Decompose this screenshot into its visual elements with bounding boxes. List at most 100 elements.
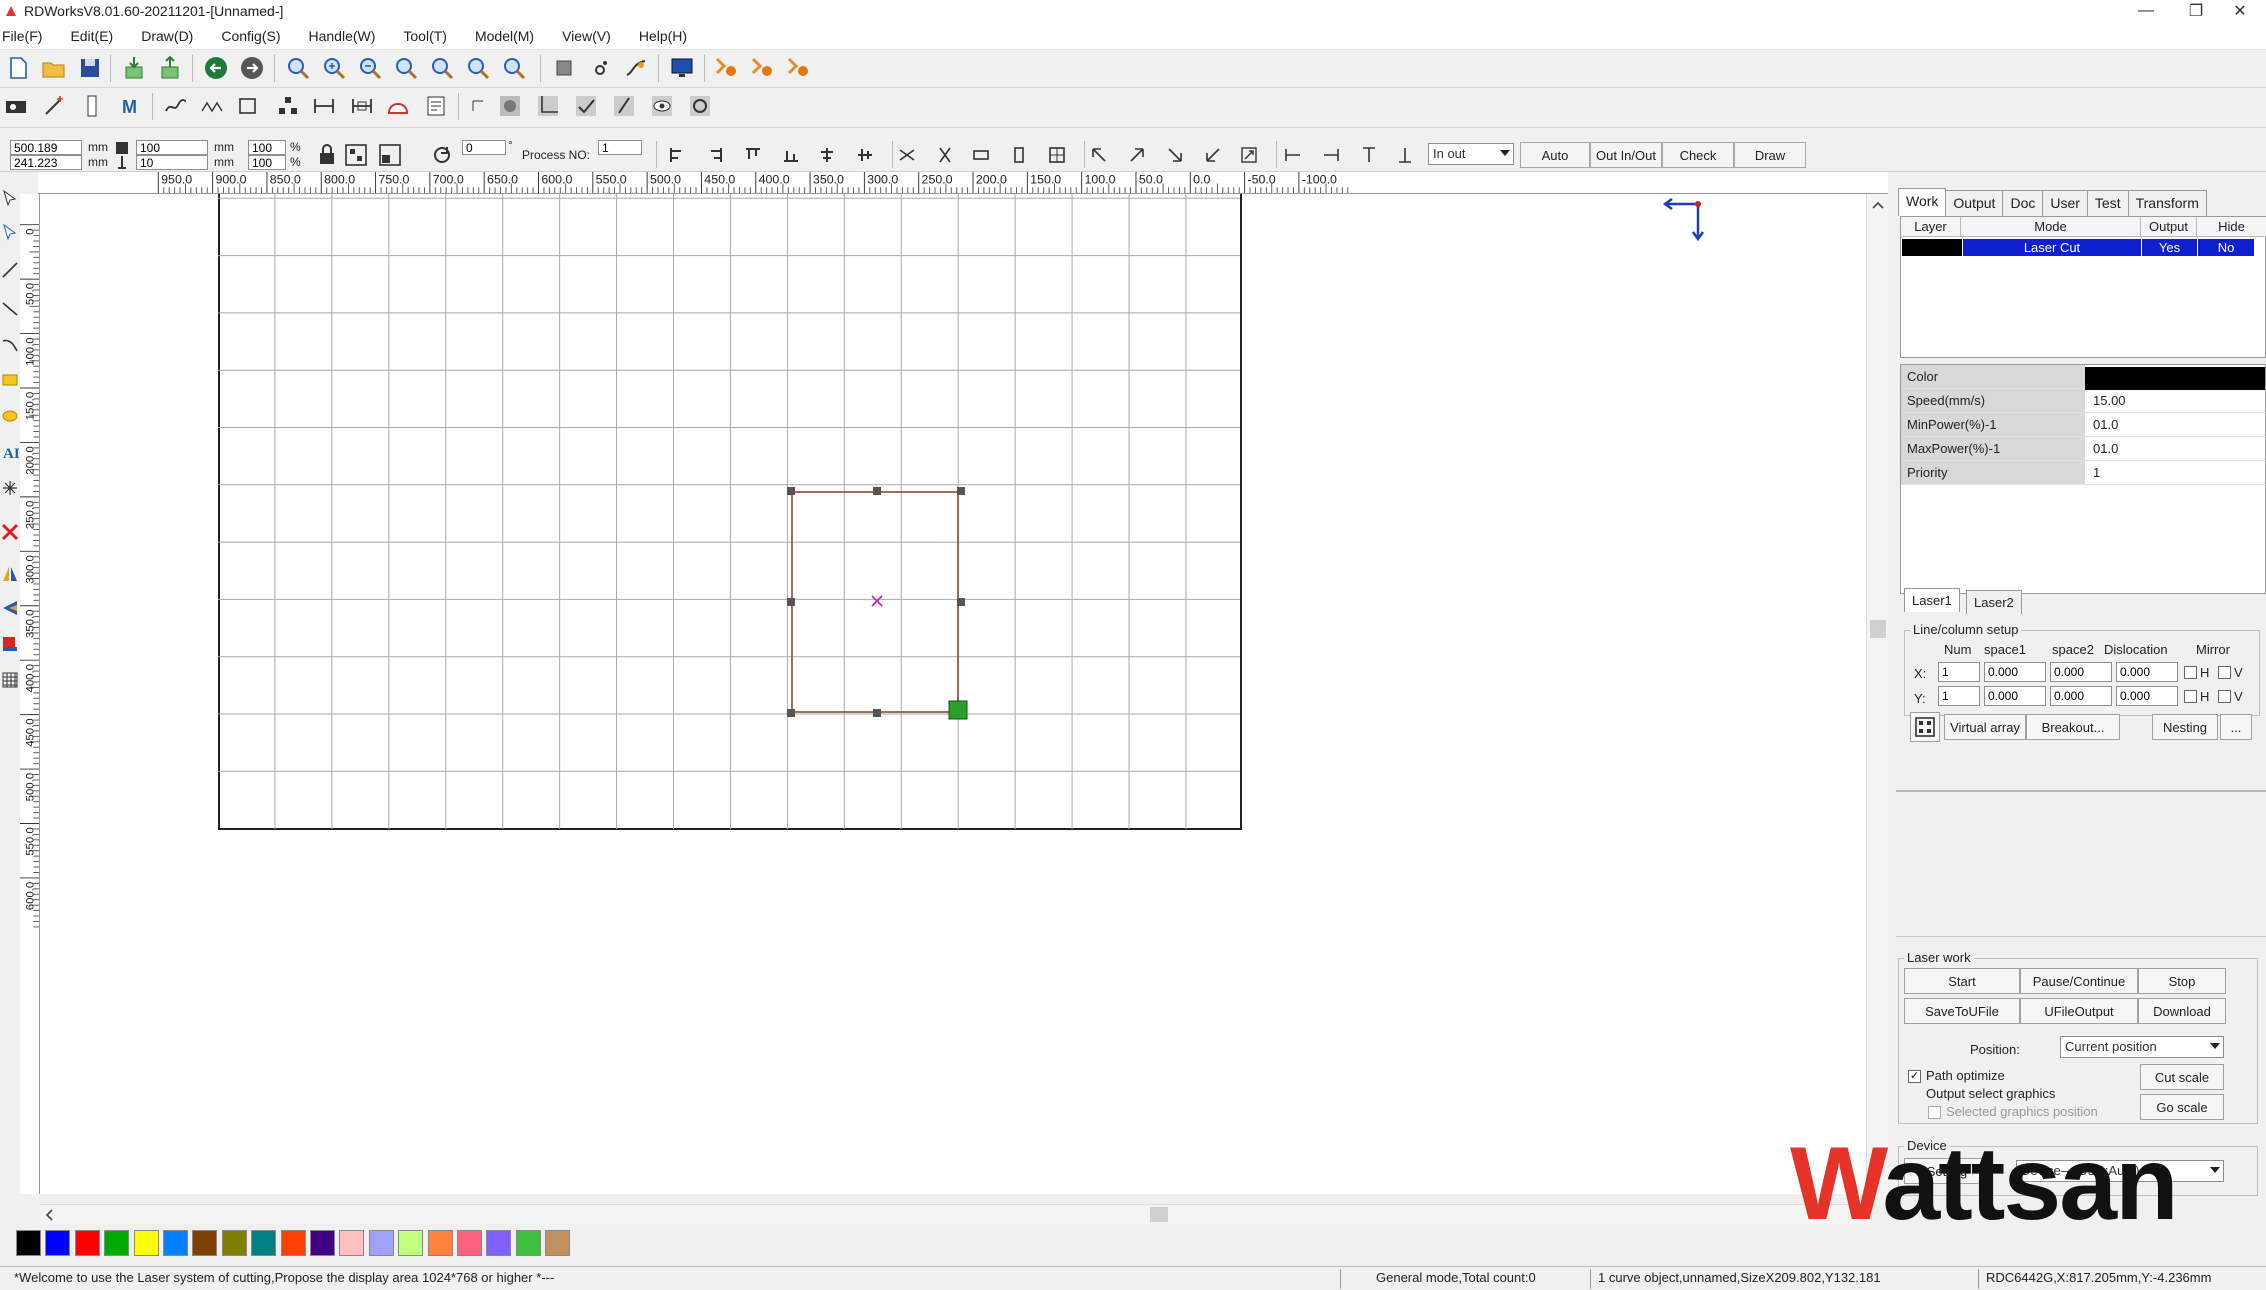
array-y-num[interactable] xyxy=(1938,686,1980,706)
start-button[interactable]: Start xyxy=(1904,968,2020,994)
import-icon[interactable] xyxy=(120,54,148,82)
offset-icon[interactable] xyxy=(348,92,376,120)
array-x-space2[interactable] xyxy=(2050,662,2112,682)
tab-doc[interactable]: Doc xyxy=(2002,190,2044,216)
line-icon[interactable] xyxy=(0,258,20,282)
move-top-right-icon[interactable] xyxy=(1128,146,1146,164)
same-height-icon[interactable] xyxy=(1010,146,1028,164)
mirror-v-icon[interactable] xyxy=(0,596,20,620)
palette-swatch[interactable] xyxy=(45,1230,71,1256)
grid-position-icon[interactable] xyxy=(344,143,368,167)
array-icon[interactable] xyxy=(274,92,302,120)
save-icon[interactable] xyxy=(76,54,104,82)
same-size-icon[interactable] xyxy=(1048,146,1066,164)
nesting-button[interactable]: Nesting xyxy=(2152,714,2218,740)
node-edit-icon[interactable] xyxy=(0,220,20,244)
menu-handle[interactable]: Handle(W) xyxy=(308,28,375,44)
distribute-v-icon[interactable] xyxy=(936,146,954,164)
zoom-page-icon[interactable] xyxy=(428,54,456,82)
same-width-icon[interactable] xyxy=(972,146,990,164)
save-to-ufile-button[interactable]: SaveToUFile xyxy=(1904,998,2020,1024)
selected-position-checkbox[interactable] xyxy=(1928,1106,1941,1119)
go-scale-button[interactable]: Go scale xyxy=(2140,1094,2224,1120)
redo-icon[interactable] xyxy=(238,54,266,82)
palette-swatch[interactable] xyxy=(280,1230,306,1256)
out-in-out-button[interactable]: Out In/Out xyxy=(1590,142,1662,168)
auto-button[interactable]: Auto xyxy=(1520,142,1590,168)
layer-hide[interactable]: No xyxy=(2198,239,2254,256)
menu-help[interactable]: Help(H) xyxy=(639,28,687,44)
array-grid-icon[interactable] xyxy=(0,668,20,692)
prop-speed-value[interactable]: 15.00 xyxy=(2089,389,2130,412)
align-bottom-icon[interactable] xyxy=(782,146,800,164)
v-distance-2-icon[interactable] xyxy=(1396,146,1414,164)
polyline-icon[interactable] xyxy=(198,92,226,120)
move-top-left-icon[interactable] xyxy=(1090,146,1108,164)
download-button[interactable]: Download xyxy=(2138,998,2226,1024)
menu-view[interactable]: View(V) xyxy=(562,28,611,44)
sweep-icon[interactable] xyxy=(610,92,638,120)
width-scale-field[interactable] xyxy=(248,140,286,155)
vertical-scrollbar[interactable] xyxy=(1866,194,1888,1204)
array-y-mirror-h-checkbox[interactable] xyxy=(2184,690,2197,703)
layer-color-swatch[interactable] xyxy=(1902,239,1962,256)
rotate-field[interactable] xyxy=(462,140,506,155)
zoom-select-icon[interactable] xyxy=(464,54,492,82)
settings-icon[interactable] xyxy=(686,92,714,120)
path-optimize-checkbox[interactable]: ✓ xyxy=(1908,1070,1921,1083)
mirror-h-icon[interactable] xyxy=(0,562,20,586)
array-x-mirror-h-checkbox[interactable] xyxy=(2184,666,2197,679)
camera-icon[interactable] xyxy=(2,92,30,120)
cut-scale-button[interactable]: Cut scale xyxy=(2140,1064,2224,1090)
array-y-space2[interactable] xyxy=(2050,686,2112,706)
ellipse-tool-icon[interactable] xyxy=(0,404,20,428)
palette-swatch[interactable] xyxy=(398,1230,424,1256)
tab-laser2[interactable]: Laser2 xyxy=(1966,590,2022,614)
chart-icon[interactable] xyxy=(422,92,450,120)
height-field[interactable] xyxy=(136,155,208,170)
palette-swatch[interactable] xyxy=(133,1230,159,1256)
palette-swatch[interactable] xyxy=(104,1230,130,1256)
menu-model[interactable]: Model(M) xyxy=(475,28,534,44)
monitor-icon[interactable] xyxy=(668,54,696,82)
check-icon[interactable] xyxy=(572,92,600,120)
x-position-field[interactable] xyxy=(10,140,82,155)
open-folder-icon[interactable] xyxy=(40,54,68,82)
undo-icon[interactable] xyxy=(202,54,230,82)
array-x-dislocation[interactable] xyxy=(2116,662,2178,682)
array-grid-button[interactable] xyxy=(1910,712,1940,742)
zoom-in-icon[interactable] xyxy=(320,54,348,82)
menu-edit[interactable]: Edit(E) xyxy=(70,28,113,44)
text-m-icon[interactable]: M xyxy=(116,92,144,120)
new-file-icon[interactable] xyxy=(4,54,32,82)
vertical-scroll-thumb[interactable] xyxy=(1870,620,1886,638)
crop-icon[interactable] xyxy=(534,92,562,120)
design-canvas[interactable] xyxy=(40,194,1888,1194)
more-button[interactable]: ... xyxy=(2220,714,2252,740)
prop-maxpower-value[interactable]: 01.0 xyxy=(2089,437,2122,460)
horizontal-scroll-thumb[interactable] xyxy=(1150,1207,1168,1222)
h-distance-2-icon[interactable] xyxy=(1322,146,1340,164)
rectangle-select-icon[interactable] xyxy=(234,92,262,120)
menu-tool[interactable]: Tool(T) xyxy=(403,28,447,44)
mode-select[interactable]: In out xyxy=(1428,143,1514,165)
palette-swatch[interactable] xyxy=(16,1230,41,1256)
array-y-space1[interactable] xyxy=(1984,686,2046,706)
select-icon[interactable] xyxy=(464,92,492,120)
distribute-h-icon[interactable] xyxy=(898,146,916,164)
export-icon[interactable] xyxy=(156,54,184,82)
palette-swatch[interactable] xyxy=(74,1230,100,1256)
height-scale-field[interactable] xyxy=(248,155,286,170)
array-y-mirror-v-checkbox[interactable] xyxy=(2218,690,2231,703)
menu-file[interactable]: File(F) xyxy=(2,28,42,44)
horizontal-scrollbar[interactable] xyxy=(40,1204,1866,1224)
align-top-icon[interactable] xyxy=(744,146,762,164)
palette-swatch[interactable] xyxy=(368,1230,394,1256)
eye-icon[interactable] xyxy=(648,92,676,120)
align-right-icon[interactable] xyxy=(706,146,724,164)
laser-2-icon[interactable] xyxy=(748,54,776,82)
select-arrow-icon[interactable] xyxy=(0,186,20,210)
layer-mode[interactable]: Laser Cut xyxy=(1963,239,2141,256)
palette-swatch[interactable] xyxy=(221,1230,247,1256)
ruler-icon[interactable] xyxy=(78,92,106,120)
